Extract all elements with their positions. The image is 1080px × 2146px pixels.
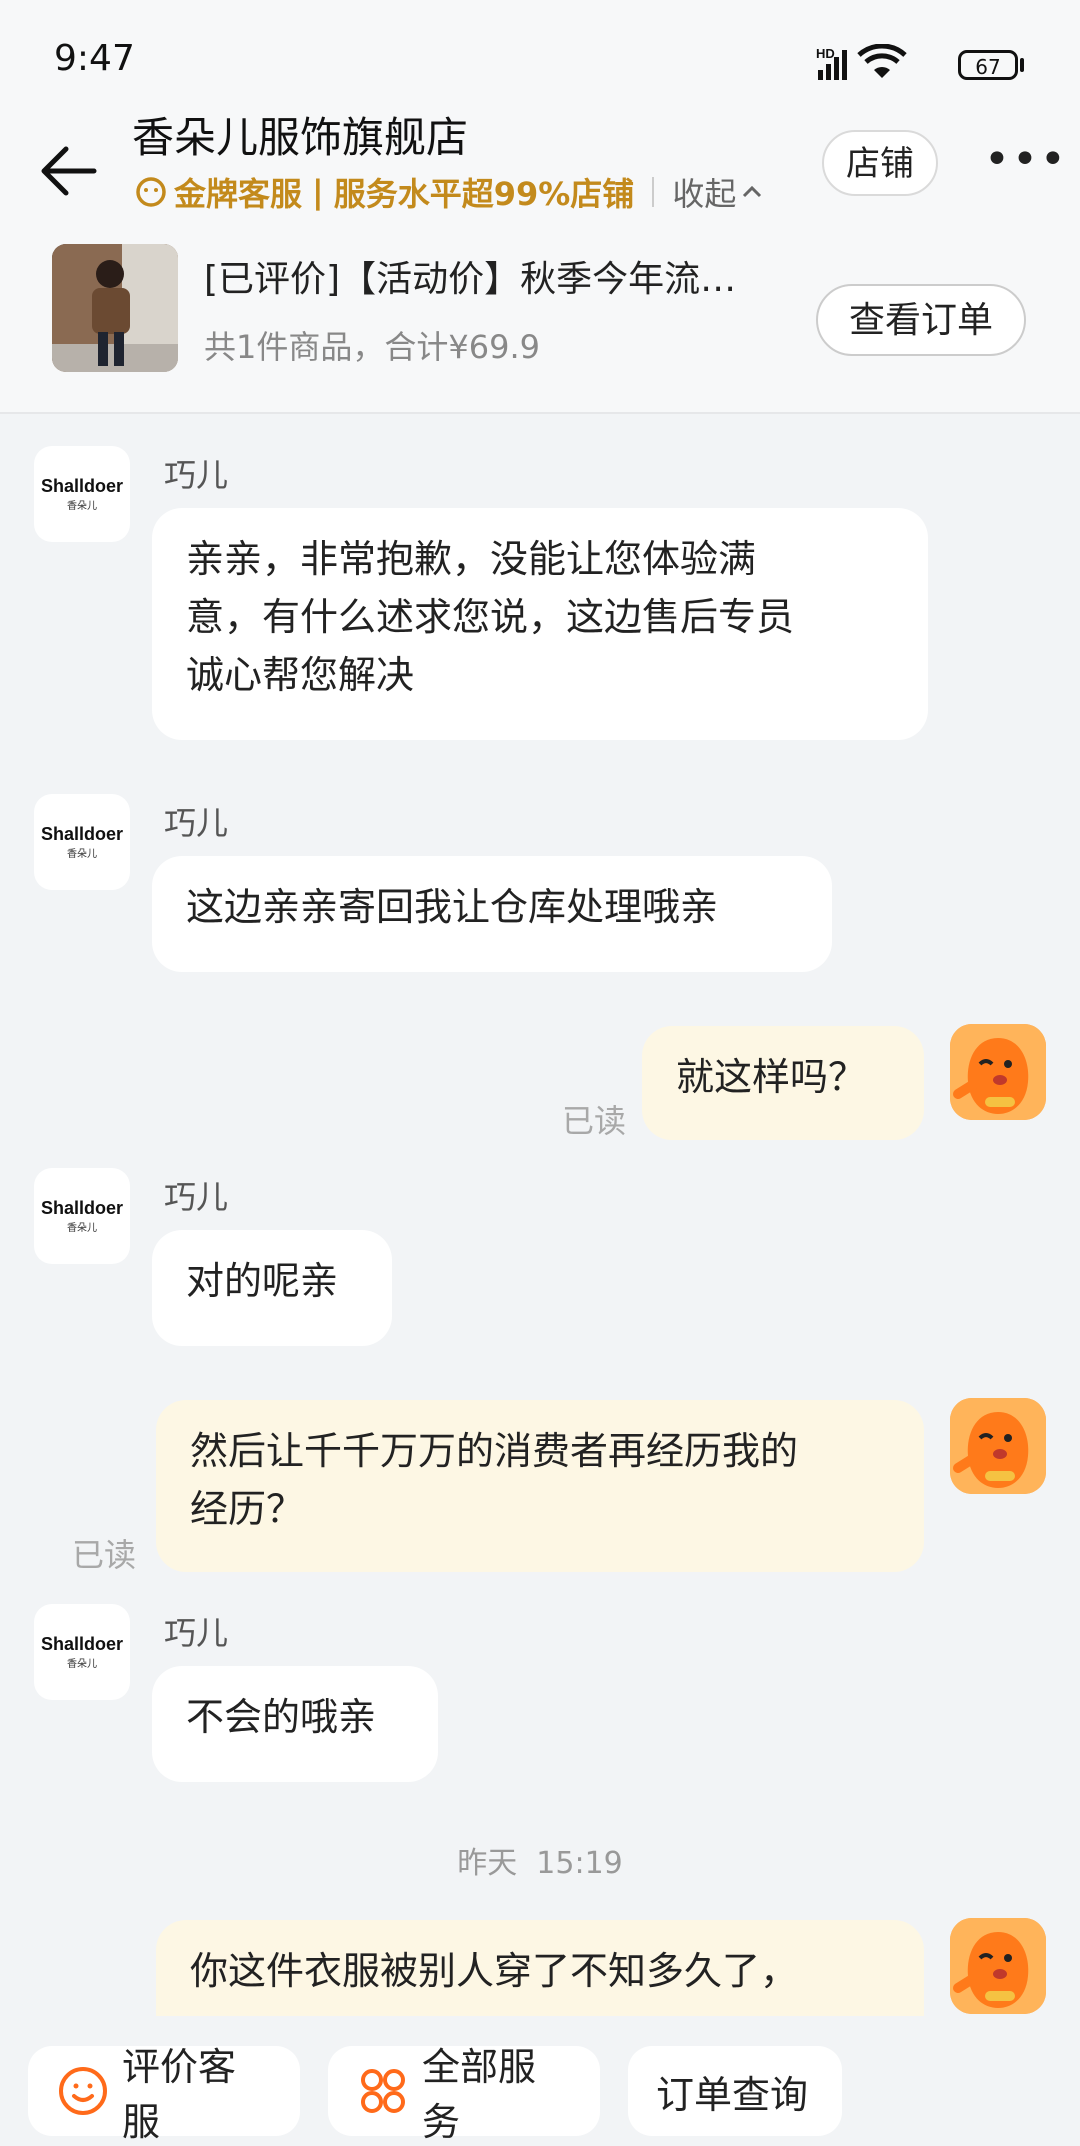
sender-name: 巧儿 <box>164 1178 229 1216</box>
message-bubble[interactable]: 就这样吗？ <box>642 1026 924 1140</box>
all-services-button[interactable]: 全部服务 <box>328 2045 600 2144</box>
avatar-sublogo: 香朵儿 <box>67 849 97 860</box>
time-separator: 昨天 15:19 <box>457 1846 623 1881</box>
message-line: 对的呢亲 <box>186 1259 339 1303</box>
avatar-sublogo: 香朵儿 <box>67 1223 97 1234</box>
avatar-logo: Shalldoer <box>40 1634 124 1654</box>
order-title[interactable]: [已评价]【活动价】秋季今年流… <box>204 250 804 302</box>
status-time: 9:47 <box>54 38 135 79</box>
message-line: 不会的哦亲 <box>186 1695 377 1739</box>
message-bubble[interactable]: 然后让千千万万的消费者再经历我的 经历？ <box>156 1400 924 1572</box>
user-avatar[interactable] <box>950 1398 1046 1494</box>
status-signal-wifi-icon: HD <box>816 44 907 80</box>
shop-badge-row[interactable]: 金牌客服 | 服务水平超99%店铺 收起 <box>134 170 764 214</box>
avatar-logo: Shalldoer <box>40 824 124 844</box>
message-bubble[interactable]: 这边亲亲寄回我让仓库处理哦亲 <box>152 856 832 972</box>
battery-tip <box>1020 58 1024 72</box>
collapse-toggle[interactable]: 收起 <box>672 169 736 215</box>
rate-service-label: 评价客服 <box>122 2045 237 2144</box>
more-menu-icon[interactable]: ••• <box>984 138 1066 182</box>
shop-avatar[interactable]: Shalldoer 香朵儿 <box>34 1168 130 1264</box>
order-summary: 共1件商品，合计¥69.9 <box>204 328 540 366</box>
grid-services-icon <box>356 2064 410 2118</box>
message-line: 然后让千千万万的消费者再经历我的 <box>190 1429 799 1473</box>
back-arrow-icon[interactable] <box>34 136 104 206</box>
avatar-logo: Shalldoer <box>40 476 124 496</box>
message-bubble[interactable]: 亲亲，非常抱歉，没能让您体验满 意，有什么述求您说，这边售后专员 诚心帮您解决 <box>152 508 928 740</box>
gold-service-badge: 金牌客服 <box>174 175 303 213</box>
message-line: 意，有什么述求您说，这边售后专员 <box>186 595 795 639</box>
battery-indicator: 67 <box>958 50 1018 80</box>
avatar-sublogo: 香朵儿 <box>67 1659 97 1670</box>
message-line: 就这样吗？ <box>676 1055 867 1099</box>
shop-button[interactable]: 店铺 <box>822 130 938 196</box>
message-line: 亲亲，非常抱歉，没能让您体验满 <box>186 537 757 581</box>
order-product-thumbnail[interactable] <box>52 244 178 372</box>
shop-avatar[interactable]: Shalldoer 香朵儿 <box>34 446 130 542</box>
message-bubble[interactable]: 不会的哦亲 <box>152 1666 438 1782</box>
order-query-button[interactable]: 订单查询 <box>628 2046 842 2136</box>
all-services-label: 全部服务 <box>422 2045 537 2144</box>
user-avatar[interactable] <box>950 1918 1046 2014</box>
sender-name: 巧儿 <box>164 1614 229 1652</box>
read-receipt: 已读 <box>562 1102 627 1140</box>
message-line: 你这件衣服被别人穿了不知多久了， <box>190 1949 799 1993</box>
avatar-sublogo: 香朵儿 <box>67 501 97 512</box>
message-line: 经历？ <box>190 1487 305 1531</box>
service-level-badge: 服务水平超99%店铺 <box>333 175 635 213</box>
avatar-logo: Shalldoer <box>40 1198 124 1218</box>
network-label: HD <box>816 46 835 61</box>
message-line: 诚心帮您解决 <box>186 653 415 697</box>
view-order-button[interactable]: 查看订单 <box>816 284 1026 356</box>
message-line: 这边亲亲寄回我让仓库处理哦亲 <box>186 885 719 929</box>
message-bubble[interactable]: 对的呢亲 <box>152 1230 392 1346</box>
shop-avatar[interactable]: Shalldoer 香朵儿 <box>34 794 130 890</box>
user-mascot-icon <box>950 1918 1046 2014</box>
user-mascot-icon <box>950 1398 1046 1494</box>
header-divider <box>0 412 1080 414</box>
product-photo <box>52 244 178 372</box>
user-mascot-icon <box>950 1024 1046 1120</box>
chevron-up-icon[interactable] <box>740 182 764 202</box>
read-receipt: 已读 <box>72 1536 137 1574</box>
order-query-label: 订单查询 <box>656 2072 809 2117</box>
user-avatar[interactable] <box>950 1024 1046 1120</box>
sender-name: 巧儿 <box>164 456 229 494</box>
smile-icon <box>56 2064 110 2118</box>
badge-separator: | <box>312 173 324 211</box>
service-badge-icon <box>136 177 166 207</box>
sender-name: 巧儿 <box>164 804 229 842</box>
badge-divider <box>652 177 655 207</box>
shop-title[interactable]: 香朵儿服饰旗舰店 <box>132 104 468 165</box>
rate-service-button[interactable]: 评价客服 <box>28 2045 300 2144</box>
shop-avatar[interactable]: Shalldoer 香朵儿 <box>34 1604 130 1700</box>
